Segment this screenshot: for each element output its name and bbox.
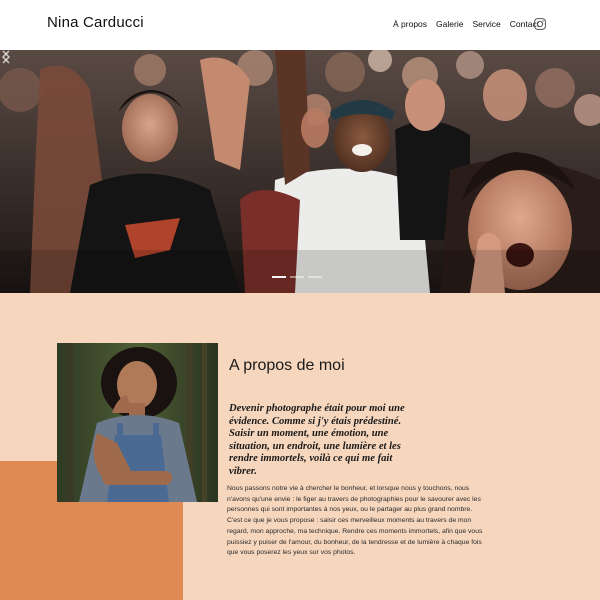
carousel-indicator[interactable] [272,276,286,278]
about-body-text: Nous passons notre vie à chercher le bon… [227,485,483,557]
chevron-right-icon[interactable] [0,50,12,64]
site-header: Nina Carducci À propos Galerie Service C… [0,0,600,50]
carousel-indicators [272,276,326,278]
nav-link-galerie[interactable]: Galerie [436,19,463,29]
concert-crowd-photo [0,50,600,293]
site-title[interactable]: Nina Carducci [47,14,144,31]
nav-link-a-propos[interactable]: À propos [393,19,427,29]
carousel-indicator[interactable] [290,276,304,278]
instagram-icon[interactable] [534,18,546,30]
carousel-indicator[interactable] [308,276,322,278]
portrait-photo [57,343,218,502]
nav-link-service[interactable]: Service [472,19,500,29]
main-nav: À propos Galerie Service Contact [393,19,548,29]
about-title: A propos de moi [229,357,345,374]
hero-carousel[interactable] [0,50,600,293]
about-quote: Devenir photographe était pour moi une é… [229,403,405,477]
